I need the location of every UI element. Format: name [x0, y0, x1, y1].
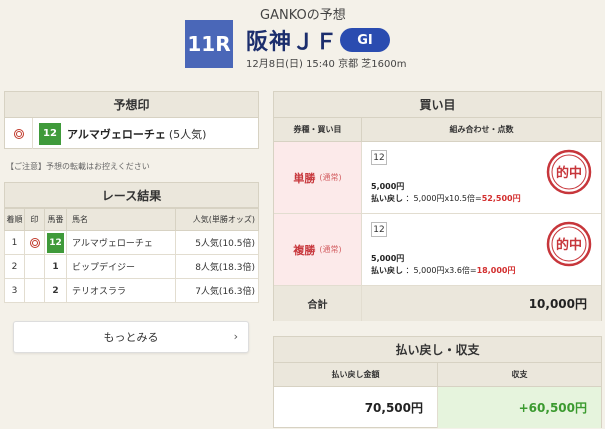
mark-cell: [24, 254, 45, 279]
balance-amount: +60,500円: [438, 387, 601, 428]
horse-name-cell: ビップデイジー: [66, 254, 176, 279]
prediction-heading: 予想印: [5, 92, 258, 118]
col-balance: 収支: [438, 363, 601, 386]
payout-formula: ：5,000円x10.5倍=: [405, 194, 482, 203]
rank-cell: 2: [4, 254, 25, 279]
hit-stamp-icon: 的中: [546, 221, 592, 267]
col-popularity: 人気(単勝オッズ): [174, 208, 260, 231]
bet-payout: 払い戻し ：5,000円x3.6倍=18,000円: [371, 265, 515, 276]
rank-cell: 3: [4, 278, 25, 303]
payback-amount: 70,500円: [274, 387, 438, 428]
hit-stamp-text: 的中: [556, 237, 582, 253]
horse-name-cell: アルマヴェローチェ: [66, 230, 176, 255]
table-row: 1 12 アルマヴェローチェ 5人気(10.5倍): [4, 230, 260, 255]
total-label: 合計: [274, 286, 362, 321]
total-row: 合計 10,000円: [274, 286, 601, 321]
bet-type-cell: 複勝 (通常): [274, 214, 362, 285]
number-cell: 2: [44, 278, 67, 303]
bet-combination: 12: [371, 150, 387, 165]
payout-header-row: 払い戻し金額 収支: [274, 363, 601, 387]
show-more-button[interactable]: もっとみる ›: [13, 321, 249, 353]
bet-type-name: 複勝: [293, 243, 316, 257]
horse-name-cell: テリオスララ: [66, 278, 176, 303]
predicted-horse-popularity: (5人気): [168, 127, 207, 141]
table-row: 3 2 テリオスララ 7人気(16.3倍): [4, 278, 260, 303]
col-mark: 印: [24, 208, 45, 231]
hit-stamp-icon: 的中: [546, 149, 592, 195]
race-number-badge: 11R: [185, 20, 233, 68]
bet-row-place: 複勝 (通常) 12 5,000円 払い戻し ：5,000円x3.6倍=18,0…: [274, 214, 601, 286]
number-cell: 12: [44, 230, 67, 255]
bet-amount: 5,000円: [371, 182, 405, 191]
popularity-cell: 5人気(10.5倍): [174, 230, 260, 255]
bets-panel: 買い目 券種・買い目 組み合わせ・点数 単勝 (通常) 12 5,000円 払い…: [273, 91, 602, 321]
prediction-title: GANKOの予想: [260, 8, 346, 23]
prediction-mark-cell: [5, 118, 33, 149]
mark-cell: [24, 230, 45, 255]
show-more-label: もっとみる: [103, 331, 159, 344]
hit-stamp-text: 的中: [556, 165, 582, 181]
payout-label: 払い戻し: [371, 194, 403, 203]
total-value: 10,000円: [362, 286, 601, 321]
col-name: 馬名: [66, 208, 176, 231]
race-name: 阪神ＪＦ: [246, 30, 339, 55]
rank-cell: 1: [4, 230, 25, 255]
double-circle-icon: [13, 128, 24, 139]
payout-label: 払い戻し: [371, 266, 403, 275]
number-cell: 1: [44, 254, 67, 279]
payout-values-row: 70,500円 +60,500円: [274, 387, 601, 428]
bet-type-note: (通常): [319, 245, 342, 254]
bet-type-cell: 単勝 (通常): [274, 142, 362, 213]
col-rank: 着順: [4, 208, 25, 231]
chevron-right-icon: ›: [233, 330, 238, 343]
prediction-panel: 予想印 12 アルマヴェローチェ (5人気): [4, 91, 259, 149]
bets-heading: 買い目: [274, 92, 601, 118]
payout-panel: 払い戻し・収支 払い戻し金額 収支 70,500円 +60,500円: [273, 336, 602, 428]
bet-combination: 12: [371, 222, 387, 237]
col-combination: 組み合わせ・点数: [362, 118, 601, 141]
bet-payout: 払い戻し ：5,000円x10.5倍=52,500円: [371, 193, 521, 204]
horse-number-badge: 12: [47, 232, 64, 253]
bet-type-name: 単勝: [293, 171, 316, 185]
result-heading: レース結果: [4, 182, 259, 208]
payout-heading: 払い戻し・収支: [274, 337, 601, 363]
predicted-horse-name: アルマヴェローチェ: [67, 127, 166, 141]
bet-row-win: 単勝 (通常) 12 5,000円 払い戻し ：5,000円x10.5倍=52,…: [274, 142, 601, 214]
col-number: 馬番: [44, 208, 67, 231]
popularity-cell: 8人気(18.3倍): [174, 254, 260, 279]
payout-formula: ：5,000円x3.6倍=: [405, 266, 477, 275]
result-header-row: 着順 印 馬番 馬名 人気(単勝オッズ): [4, 208, 260, 231]
mark-cell: [24, 278, 45, 303]
col-payback: 払い戻し金額: [274, 363, 438, 386]
bet-detail: 12 5,000円 払い戻し ：5,000円x10.5倍=52,500円 的中: [362, 142, 601, 213]
repost-notice: 【ご注意】予想の転載はお控えください: [6, 162, 150, 171]
bet-amount: 5,000円: [371, 254, 405, 263]
double-circle-icon: [29, 237, 40, 248]
grade-badge: GI: [340, 28, 390, 52]
race-header: GANKOの予想 11R 阪神ＪＦ GI 12月8日(日) 15:40 京都 芝…: [0, 0, 605, 80]
col-bet-type: 券種・買い目: [274, 118, 362, 141]
horse-number-badge: 12: [39, 122, 61, 145]
payout-value: 52,500円: [481, 194, 521, 203]
bets-header-row: 券種・買い目 組み合わせ・点数: [274, 118, 601, 142]
result-table: 着順 印 馬番 馬名 人気(単勝オッズ) 1 12 アルマヴェローチェ 5人気(…: [4, 208, 260, 303]
race-info: 12月8日(日) 15:40 京都 芝1600m: [246, 59, 407, 70]
prediction-row: 12 アルマヴェローチェ (5人気): [5, 118, 258, 149]
payout-value: 18,000円: [476, 266, 516, 275]
bet-detail: 12 5,000円 払い戻し ：5,000円x3.6倍=18,000円 的中: [362, 214, 601, 285]
bet-type-note: (通常): [319, 173, 342, 182]
table-row: 2 1 ビップデイジー 8人気(18.3倍): [4, 254, 260, 279]
popularity-cell: 7人気(16.3倍): [174, 278, 260, 303]
